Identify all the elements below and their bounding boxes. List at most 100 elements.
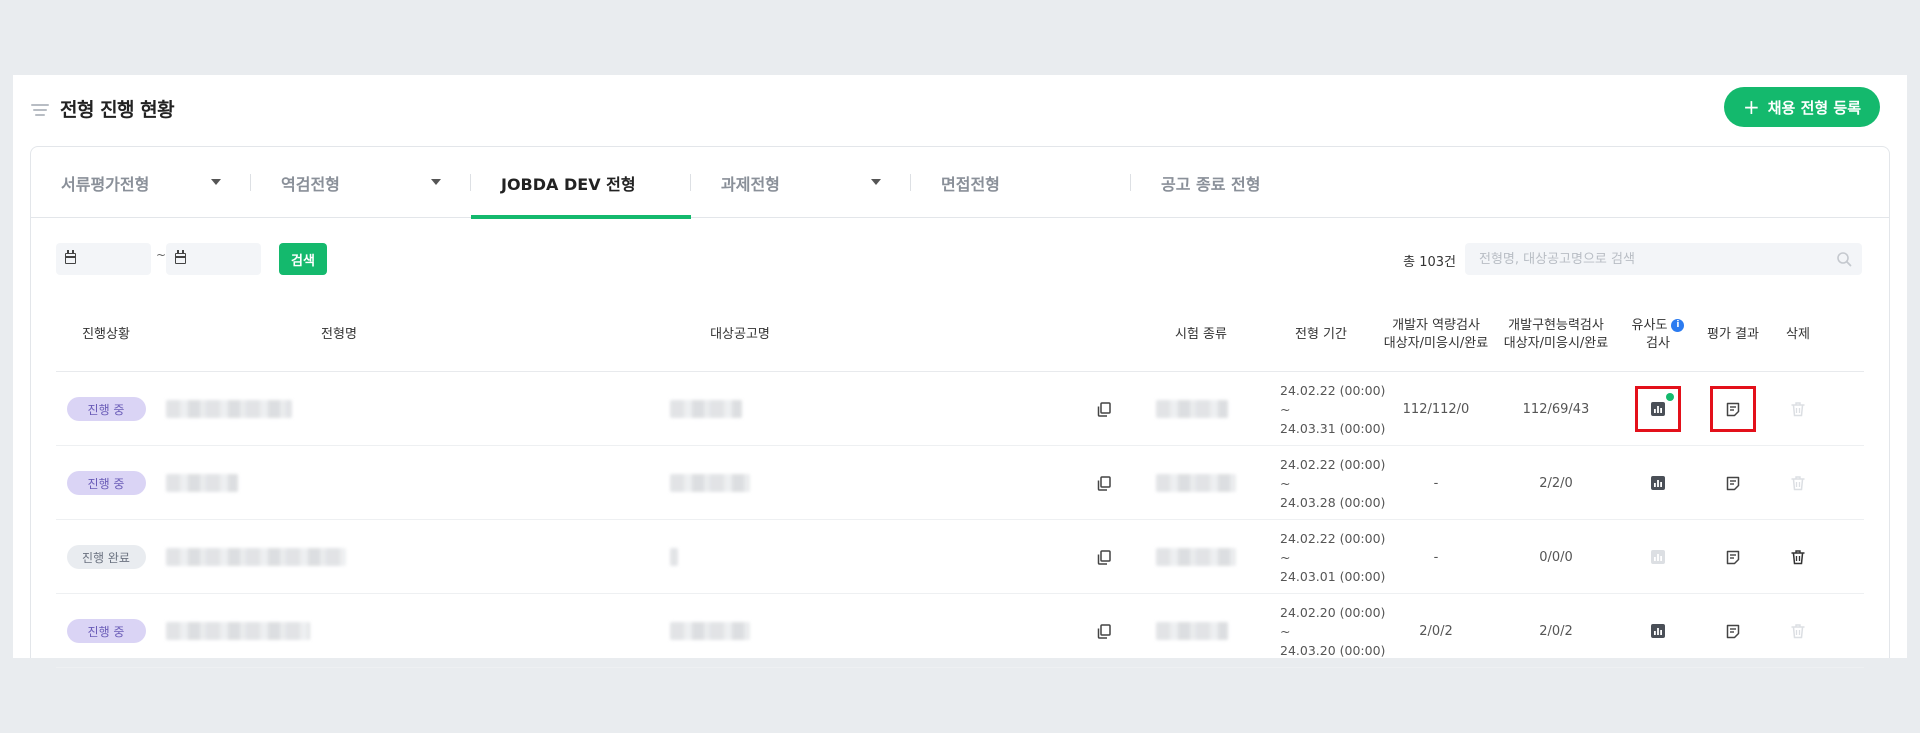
start-date-input[interactable] [56, 243, 151, 275]
total-count: 총 103건 [1403, 255, 1456, 270]
tab-label: 과제전형 [721, 174, 780, 194]
main-card: 전형 진행 현황 + 채용 전형 등록 서류평가전형 역검전형 JOBDA DEV … [13, 75, 1907, 668]
tab-label: 공고 종료 전형 [1161, 174, 1261, 194]
bar-chart-icon[interactable] [1635, 386, 1681, 432]
dev-competency-cell: 112/112/0 [1402, 401, 1470, 417]
copy-cell [1092, 372, 1116, 446]
tab-1[interactable]: 역검전형 [251, 147, 471, 218]
document-icon[interactable] [1710, 386, 1756, 432]
delete-cell [1770, 520, 1826, 594]
search-input[interactable] [1465, 243, 1825, 275]
status-cell: 진행 중 [56, 594, 156, 668]
redacted-posting [670, 400, 742, 418]
period-cell: 24.02.20 (00:00) ~ 24.03.20 (00:00) [1280, 594, 1390, 668]
header-period: 전형 기간 [1295, 327, 1347, 342]
caret-down-icon[interactable] [211, 179, 221, 185]
screening-table: 진행상황 전형명 대상공고명 시험 종류 전형 기간 개발자 역량검사 대상자/… [56, 298, 1864, 668]
table-row[interactable]: 진행 중 24.02.20 (00:00) ~ 24.03.20 (00:00) 2/… [56, 594, 1864, 668]
register-screening-button[interactable]: + 채용 전형 등록 [1724, 87, 1880, 127]
screening-name-cell[interactable] [166, 372, 522, 446]
redacted-name [166, 400, 292, 418]
caret-down-icon[interactable] [871, 179, 881, 185]
bar-chart-icon[interactable] [1646, 471, 1670, 495]
dev-skill-cell: 0/0/0 [1539, 549, 1573, 565]
status-cell: 진행 중 [56, 372, 156, 446]
result-cell [1696, 594, 1770, 668]
status-badge: 진행 중 [66, 471, 146, 495]
header-similarity: 유사도 i 검사 [1623, 298, 1693, 372]
exam-type-cell [1156, 594, 1266, 668]
table-row[interactable]: 진행 완료 24.02.22 (00:00) ~ 24.03.01 (00:00) -… [56, 520, 1864, 594]
period-cell: 24.02.22 (00:00) ~ 24.03.01 (00:00) [1280, 520, 1390, 594]
period-start: 24.02.22 (00:00) ~ [1280, 382, 1386, 417]
tab-label: 역검전형 [281, 174, 340, 194]
tab-2[interactable]: JOBDA DEV 전형 [471, 147, 691, 219]
period-cell: 24.02.22 (00:00) ~ 24.03.28 (00:00) [1280, 446, 1390, 520]
table-header: 진행상황 전형명 대상공고명 시험 종류 전형 기간 개발자 역량검사 대상자/… [56, 298, 1864, 372]
similarity-cell [1623, 446, 1693, 520]
trash-icon[interactable] [1786, 545, 1810, 569]
tab-0[interactable]: 서류평가전형 [31, 147, 251, 218]
new-indicator-dot [1666, 393, 1674, 401]
similarity-cell [1623, 520, 1693, 594]
dev-competency-cell: - [1433, 475, 1439, 491]
screening-tabs: 서류평가전형 역검전형 JOBDA DEV 전형 과제전형 면접전형 공고 종료 전형 [31, 147, 1889, 219]
menu-lines-icon[interactable] [31, 104, 49, 116]
tab-label: JOBDA DEV 전형 [501, 174, 636, 194]
header-similarity-text: 유사도 [1631, 318, 1668, 333]
document-icon[interactable] [1721, 545, 1745, 569]
header-dev-skill-title: 개발구현능력검사 [1508, 318, 1604, 333]
header-similarity-sub: 검사 [1646, 336, 1670, 351]
delete-cell [1770, 446, 1826, 520]
screening-name-cell[interactable] [166, 520, 522, 594]
document-icon[interactable] [1721, 619, 1745, 643]
bar-chart-icon [1646, 545, 1670, 569]
dev-skill-cell: 2/0/2 [1539, 623, 1573, 639]
table-row[interactable]: 진행 중 24.02.22 (00:00) ~ 24.03.31 (00:00) 11… [56, 372, 1864, 446]
status-cell: 진행 중 [56, 446, 156, 520]
period-end: 24.03.20 (00:00) [1280, 642, 1386, 658]
trash-icon [1786, 397, 1810, 421]
posting-name-cell [670, 520, 950, 594]
tab-3[interactable]: 과제전형 [691, 147, 911, 218]
caret-down-icon[interactable] [431, 179, 441, 185]
period-end: 24.03.31 (00:00) [1280, 420, 1386, 436]
info-icon[interactable]: i [1671, 319, 1685, 332]
copy-icon[interactable] [1092, 471, 1116, 495]
copy-icon[interactable] [1092, 397, 1116, 421]
plus-icon: + [1742, 95, 1760, 119]
page-header: 전형 진행 현황 + 채용 전형 등록 [13, 75, 1907, 139]
redacted-exam-type [1156, 474, 1236, 492]
period-end: 24.03.01 (00:00) [1280, 568, 1386, 584]
header-delete: 삭제 [1786, 327, 1810, 342]
period-start: 24.02.22 (00:00) ~ [1280, 456, 1386, 491]
page-title: 전형 진행 현황 [60, 99, 175, 121]
end-date-input[interactable] [166, 243, 261, 275]
header-dev-competency: 개발자 역량검사 대상자/미응시/완료 [1376, 298, 1496, 372]
search-icon[interactable] [1836, 251, 1852, 267]
redacted-exam-type [1156, 400, 1228, 418]
tab-label: 면접전형 [941, 174, 1000, 194]
calendar-icon [175, 250, 186, 264]
copy-cell [1092, 594, 1116, 668]
tab-4[interactable]: 면접전형 [911, 147, 1131, 218]
table-row[interactable]: 진행 중 24.02.22 (00:00) ~ 24.03.28 (00:00) - 2… [56, 446, 1864, 520]
trash-icon [1786, 619, 1810, 643]
redacted-name [166, 548, 346, 566]
bar-chart-icon[interactable] [1646, 619, 1670, 643]
copy-icon[interactable] [1092, 619, 1116, 643]
posting-name-cell [670, 594, 950, 668]
screening-name-cell[interactable] [166, 594, 522, 668]
period-end: 24.03.28 (00:00) [1280, 494, 1386, 510]
tab-5[interactable]: 공고 종료 전형 [1131, 147, 1351, 218]
document-icon[interactable] [1721, 471, 1745, 495]
period-start: 24.02.20 (00:00) ~ [1280, 604, 1386, 639]
result-cell [1696, 520, 1770, 594]
dev-skill-cell: 2/2/0 [1539, 475, 1573, 491]
screening-name-cell[interactable] [166, 446, 522, 520]
redacted-exam-type [1156, 622, 1228, 640]
search-button[interactable]: 검색 [279, 243, 327, 275]
copy-icon[interactable] [1092, 545, 1116, 569]
filter-bar: ~ 검색 총 103건 [31, 218, 1889, 298]
redacted-name [166, 474, 238, 492]
